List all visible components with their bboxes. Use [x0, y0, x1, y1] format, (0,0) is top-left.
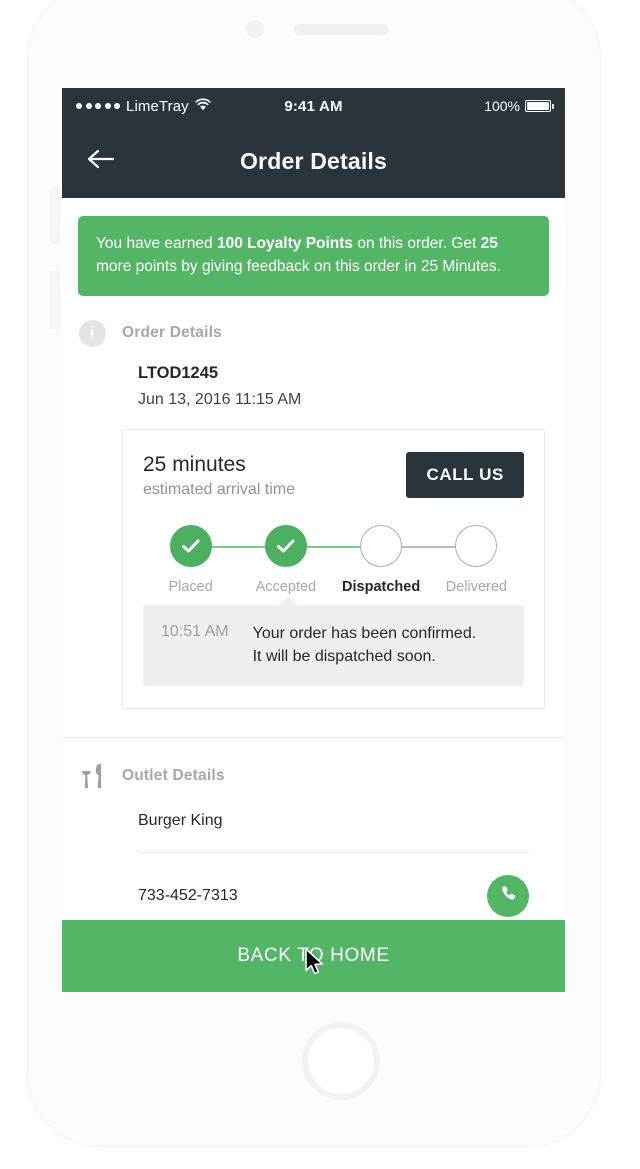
progress-steps: Placed Accepted Dispatched Delivered [143, 524, 524, 595]
order-details-section: i Order Details LTOD1245 Jun 13, 2016 11… [62, 296, 565, 409]
home-button-icon[interactable] [302, 1022, 380, 1100]
outlet-details-section: Outlet Details Burger King 733-452-7313 [62, 738, 565, 918]
back-arrow-icon [86, 147, 116, 176]
outlet-details-body: Burger King 733-452-7313 [78, 812, 549, 918]
status-message-time: 10:51 AM [161, 622, 229, 640]
order-details-body: LTOD1245 Jun 13, 2016 11:15 AM [78, 364, 549, 409]
back-to-home-button[interactable]: BACK TO HOME [62, 920, 565, 992]
volume-down-button[interactable] [50, 271, 60, 329]
progress-step-label: Placed [168, 578, 213, 595]
page-title: Order Details [239, 147, 388, 174]
eta-row: 25 minutes estimated arrival time CALL U… [143, 451, 524, 499]
step-empty-circle-icon [455, 524, 498, 567]
order-date: Jun 13, 2016 11:15 AM [138, 390, 302, 408]
order-details-header: i Order Details [78, 296, 549, 347]
banner-text-2: on this order. Get [353, 235, 481, 252]
order-id: LTOD1245 [138, 363, 219, 382]
phone-screen: LimeTray 9:41 AM 100% Order Details You … [62, 88, 565, 992]
eta-value: 25 minutes [143, 452, 246, 476]
outlet-name: Burger King [138, 812, 529, 854]
banner-text-3: more points by giving feedback on this o… [96, 258, 501, 276]
navigation-bar: Order Details [62, 124, 565, 198]
scrollable-content[interactable]: You have earned 100 Loyalty Points on th… [62, 198, 565, 992]
banner-bonus-points: 25 [480, 235, 498, 252]
restaurant-cutlery-icon [78, 762, 106, 790]
progress-step-label: Accepted [255, 578, 317, 595]
info-icon-glyph: i [78, 319, 106, 347]
step-empty-circle-icon [360, 524, 403, 567]
status-message-pointer [277, 596, 299, 606]
progress-step-placed[interactable]: Placed [143, 524, 238, 595]
outlet-details-title: Outlet Details [122, 767, 225, 785]
order-details-title: Order Details [122, 324, 222, 341]
status-message-line-2: It will be dispatched soon. [252, 647, 436, 665]
eta-label: estimated arrival time [143, 480, 296, 498]
status-message-box: 10:51 AM Your order has been confirmed. … [143, 604, 524, 687]
outlet-details-header: Outlet Details [78, 738, 549, 790]
battery-percent-label: 100% [484, 98, 520, 114]
progress-step-label: Dispatched [342, 578, 421, 595]
step-check-icon [264, 524, 307, 567]
eta-block: 25 minutes estimated arrival time [143, 452, 295, 499]
volume-up-button[interactable] [50, 186, 60, 244]
progress-step-dispatched[interactable]: Dispatched [334, 524, 429, 595]
progress-step-delivered[interactable]: Delivered [429, 524, 524, 595]
loyalty-points-banner: You have earned 100 Loyalty Points on th… [78, 216, 549, 296]
call-us-button[interactable]: CALL US [406, 451, 524, 498]
battery-full-icon [525, 100, 554, 112]
progress-step-accepted[interactable]: Accepted [238, 524, 333, 595]
status-message-line-1: Your order has been confirmed. [252, 624, 477, 642]
front-camera-icon [246, 20, 264, 38]
status-message-text: Your order has been confirmed. It will b… [253, 622, 477, 668]
order-tracking-card: 25 minutes estimated arrival time CALL U… [122, 428, 545, 710]
status-message-wrapper: 10:51 AM Your order has been confirmed. … [143, 596, 524, 687]
status-bar-right: 100% [484, 98, 554, 114]
order-progress-tracker: Placed Accepted Dispatched Delivered [143, 524, 524, 601]
earpiece-speaker-icon [294, 24, 388, 35]
banner-text-1: You have earned [96, 235, 217, 252]
call-outlet-button[interactable] [487, 875, 529, 918]
back-to-home-label: BACK TO HOME [237, 945, 390, 966]
outlet-phone-number: 733-452-7313 [138, 887, 238, 905]
back-button[interactable] [78, 138, 124, 184]
phone-handset-icon [498, 884, 518, 909]
step-check-icon [169, 524, 212, 567]
banner-points-earned: 100 Loyalty Points [216, 235, 354, 252]
outlet-phone-row: 733-452-7313 [138, 875, 529, 918]
progress-step-label: Delivered [445, 578, 507, 595]
status-bar: LimeTray 9:41 AM 100% [62, 88, 565, 124]
info-icon: i [78, 319, 106, 347]
